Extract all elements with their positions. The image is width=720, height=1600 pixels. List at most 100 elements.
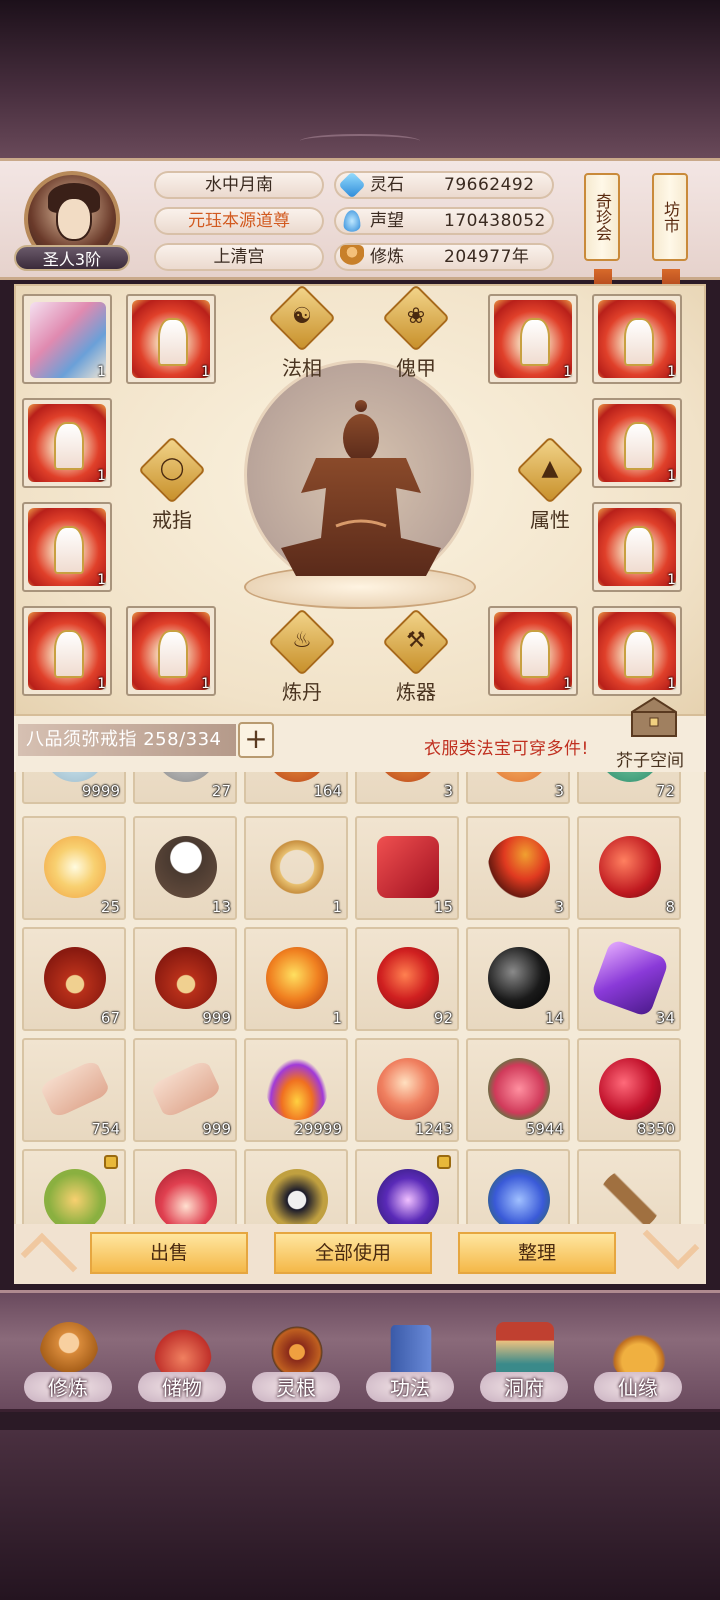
prayer-beads-icon <box>266 836 328 898</box>
void-crystal-icon <box>377 1169 439 1224</box>
inventory-item[interactable]: 999 <box>133 1038 237 1142</box>
nav-spirit-root[interactable]: 灵根 <box>246 1318 346 1410</box>
crossed-swords-icon <box>599 1169 661 1224</box>
nav-storage[interactable]: 储物 <box>132 1318 232 1410</box>
inventory-item[interactable] <box>133 1149 237 1224</box>
inventory-item[interactable]: 29999 <box>244 1038 348 1142</box>
player-sect[interactable]: 上清宫 <box>154 243 324 271</box>
inventory-item[interactable]: 1 <box>244 816 348 920</box>
equip-slot[interactable]: 1 <box>488 606 578 696</box>
inventory-item[interactable]: 3 <box>466 816 570 920</box>
treasure-fair-button[interactable]: 奇珍会 <box>584 173 620 261</box>
attributes-button[interactable]: ▲ 属性 <box>504 436 594 542</box>
robe-icon <box>598 508 676 586</box>
red-teapot-icon <box>44 947 106 1009</box>
inventory-item[interactable]: 9999 <box>22 772 126 804</box>
resource-value: 79662492 <box>444 175 535 195</box>
expand-capacity-button[interactable]: + <box>238 722 274 758</box>
robe-icon <box>132 612 210 690</box>
inventory-item[interactable]: 3 <box>466 772 570 804</box>
inventory-item[interactable]: 8350 <box>577 1038 681 1142</box>
inventory-item[interactable]: 72 <box>577 772 681 804</box>
fire-orb-icon <box>266 947 328 1009</box>
player-title[interactable]: 元珏本源道尊 <box>154 207 324 235</box>
inventory-item[interactable]: 164 <box>244 772 348 804</box>
inventory-item[interactable]: 1243 <box>355 1038 459 1142</box>
sort-button[interactable]: 整理 <box>458 1232 616 1274</box>
inventory-item[interactable] <box>466 1149 570 1224</box>
cultivation-icon <box>340 245 364 269</box>
resource-label: 修炼 <box>370 247 404 267</box>
equip-slot[interactable]: 1 <box>22 502 112 592</box>
nav-cultivate[interactable]: 修炼 <box>18 1318 118 1410</box>
inventory-item[interactable] <box>577 1149 681 1224</box>
spirit-tree-icon <box>155 836 217 898</box>
alchemy-button[interactable]: ♨ 炼丹 <box>256 608 346 714</box>
inventory-item[interactable]: 754 <box>22 1038 126 1142</box>
inventory-item[interactable] <box>244 1149 348 1224</box>
amethyst-icon <box>590 938 670 1018</box>
resource-cultivation: 修炼 204977年 <box>334 243 554 271</box>
sell-button[interactable]: 出售 <box>90 1232 248 1274</box>
fa-xiang-button[interactable]: ☯ 法相 <box>256 284 346 390</box>
ring-capacity-label: 八品须弥戒指 258/334 <box>18 724 236 756</box>
nav-cave[interactable]: 洞府 <box>474 1318 574 1410</box>
inventory-item[interactable]: 3 <box>355 772 459 804</box>
resource-label: 声望 <box>370 211 404 231</box>
item-icon <box>377 772 439 782</box>
blood-gem-icon <box>599 836 661 898</box>
inventory-item[interactable] <box>355 1149 459 1224</box>
chest-icon[interactable] <box>624 692 684 742</box>
inventory-item[interactable]: 13 <box>133 816 237 920</box>
peach-icon <box>377 1058 439 1120</box>
robe-icon <box>598 404 676 482</box>
forge-button[interactable]: ⚒ 炼器 <box>370 608 460 714</box>
robe-icon <box>132 300 210 378</box>
book-icon <box>390 1325 432 1379</box>
cauldron-icon: ♨ <box>292 628 312 653</box>
reputation-icon <box>343 210 361 232</box>
inventory-item[interactable]: 15 <box>355 816 459 920</box>
resource-reputation: 声望 170438052 <box>334 207 554 235</box>
red-bulb-icon <box>155 1169 217 1224</box>
equip-slot[interactable]: 1 <box>126 294 216 384</box>
equip-slot[interactable]: 1 <box>126 606 216 696</box>
nav-technique[interactable]: 功法 <box>360 1318 460 1410</box>
item-icon <box>488 772 550 782</box>
raspberry-icon <box>599 1058 661 1120</box>
ring-icon: ◯ <box>159 456 185 481</box>
ring-button[interactable]: ◯ 戒指 <box>126 436 216 542</box>
inventory-item[interactable]: 8 <box>577 816 681 920</box>
nav-fate[interactable]: 仙缘 <box>588 1318 688 1410</box>
use-all-button[interactable]: 全部使用 <box>274 1232 432 1274</box>
inventory-item[interactable]: 34 <box>577 927 681 1031</box>
equip-slot[interactable]: 1 <box>592 502 682 592</box>
equip-slot[interactable]: 1 <box>592 294 682 384</box>
item-icon <box>155 772 217 782</box>
inventory-item[interactable]: 5944 <box>466 1038 570 1142</box>
robe-icon <box>28 612 106 690</box>
equip-slot[interactable]: 1 <box>22 606 112 696</box>
inventory-item[interactable]: 27 <box>133 772 237 804</box>
rank-badge: 圣人3阶 <box>14 245 130 271</box>
equip-slot[interactable]: 1 <box>488 294 578 384</box>
player-name: 水中月南 <box>154 171 324 199</box>
resource-spirit-stone: 灵石 79662492 <box>334 171 554 199</box>
inventory-item[interactable]: 1 <box>244 927 348 1031</box>
market-button[interactable]: 坊市 <box>652 173 688 261</box>
inventory-item[interactable] <box>22 1149 126 1224</box>
inventory-item[interactable]: 92 <box>355 927 459 1031</box>
equip-slot[interactable]: 1 <box>22 294 112 384</box>
kui-jia-button[interactable]: ❀ 傀甲 <box>370 284 460 390</box>
inventory-item[interactable]: 25 <box>22 816 126 920</box>
inventory-item[interactable]: 67 <box>22 927 126 1031</box>
equip-slot[interactable]: 1 <box>592 606 682 696</box>
item-icon <box>44 772 106 782</box>
inventory-item[interactable]: 14 <box>466 927 570 1031</box>
lock-icon <box>104 1155 118 1169</box>
mustard-space-button[interactable]: 芥子空间 <box>616 746 684 771</box>
equip-slot[interactable]: 1 <box>592 398 682 488</box>
blood-orb-icon <box>377 947 439 1009</box>
inventory-item[interactable]: 999 <box>133 927 237 1031</box>
equip-slot[interactable]: 1 <box>22 398 112 488</box>
